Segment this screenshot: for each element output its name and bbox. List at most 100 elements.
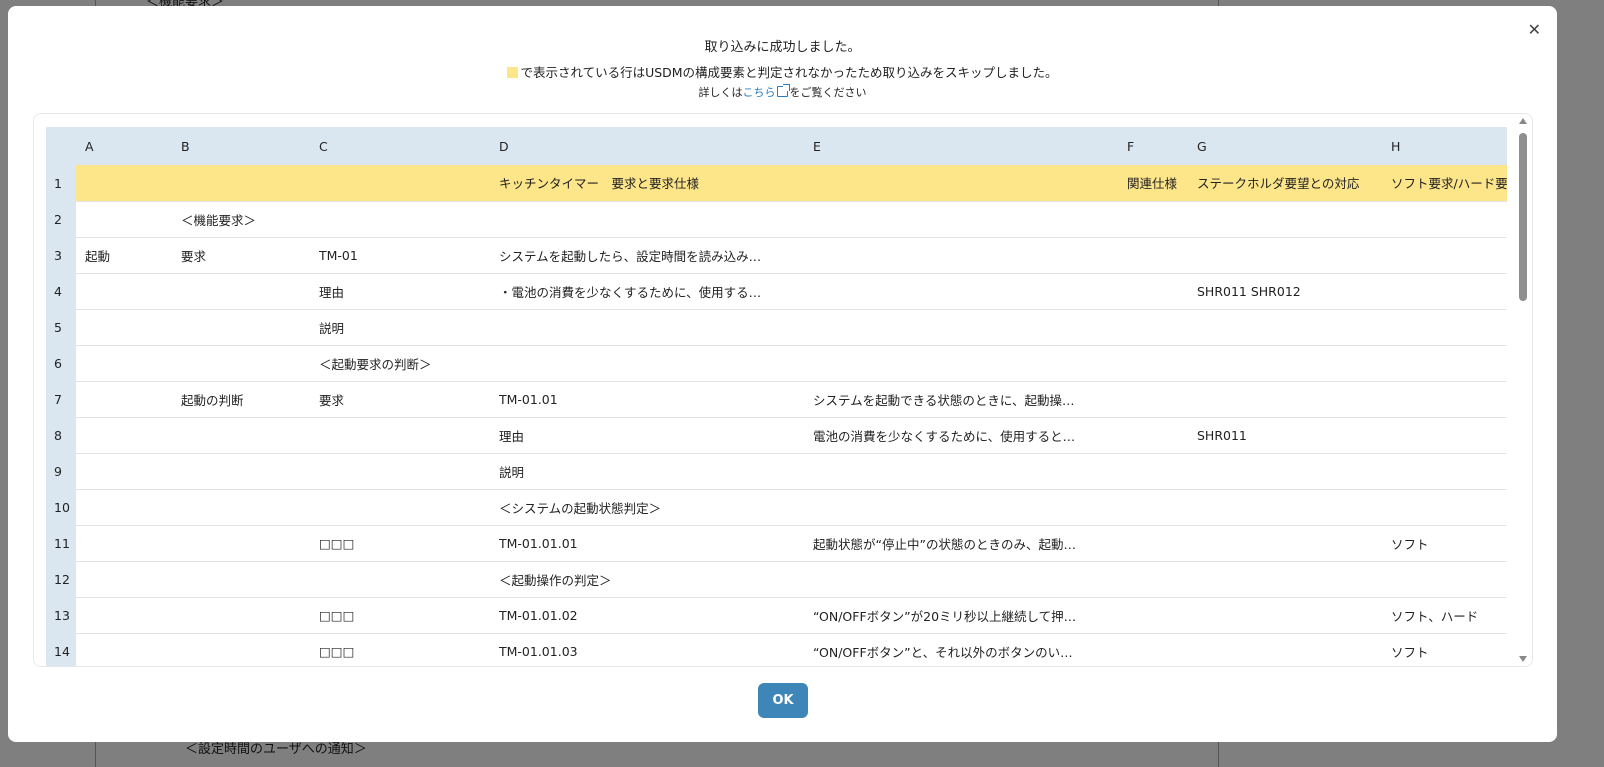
table-cell: ソフト: [1382, 525, 1507, 562]
table-cell: [1188, 381, 1382, 418]
table-cell: [804, 561, 1118, 598]
detail-suffix: をご覧ください: [789, 86, 867, 99]
scroll-down-icon[interactable]: [1519, 656, 1527, 662]
table-cell: ソフト、ハード: [1382, 597, 1507, 634]
table-cell: キッチンタイマー 要求と要求仕様: [490, 165, 804, 202]
table-cell: [310, 417, 490, 454]
table-cell: [490, 309, 804, 346]
table-cell: [490, 345, 804, 382]
column-header-a: A: [76, 127, 172, 165]
detail-message: 詳しくはこちら をご覧ください: [8, 84, 1557, 100]
table-cell: [1382, 201, 1507, 238]
detail-prefix: 詳しくは: [698, 86, 743, 99]
table-cell: [804, 273, 1118, 310]
table-cell: 要求: [310, 381, 490, 418]
table-cell: 理由: [310, 273, 490, 310]
table-row: 6 ＜起動要求の判断＞: [46, 345, 1507, 382]
table-cell: システムを起動したら、設定時間を読み込み…: [490, 237, 804, 274]
skip-color-swatch: [507, 67, 519, 78]
row-number: 11: [46, 525, 76, 561]
table-cell: [1382, 489, 1507, 526]
table-cell: [1118, 561, 1188, 598]
table-cell: [1188, 633, 1382, 666]
table-cell: [1118, 201, 1188, 238]
vertical-scrollbar[interactable]: [1517, 118, 1529, 662]
scroll-up-icon[interactable]: [1519, 118, 1527, 124]
table-cell: [1118, 237, 1188, 274]
table-cell: 理由: [490, 417, 804, 454]
table-cell: [804, 237, 1118, 274]
column-header-e: E: [804, 127, 1118, 165]
table-row: 3 起動 要求 TM-01 システムを起動したら、設定時間を読み込み…: [46, 237, 1507, 274]
table-row: 9 説明: [46, 453, 1507, 490]
detail-link-text[interactable]: こちら: [743, 86, 776, 99]
table-cell: TM-01: [310, 237, 490, 274]
table-cell: [1382, 381, 1507, 418]
table-cell: ＜起動操作の判定＞: [490, 561, 804, 598]
table-cell: [1118, 417, 1188, 454]
table-cell: [1382, 561, 1507, 598]
table-cell: [172, 273, 310, 310]
table-cell: [1118, 309, 1188, 346]
external-link-icon[interactable]: [776, 84, 790, 97]
column-header-d: D: [490, 127, 804, 165]
table-cell: [804, 489, 1118, 526]
table-cell: TM-01.01.01: [490, 525, 804, 562]
table-cell: [1188, 453, 1382, 490]
table-cell: “ON/OFFボタン”と、それ以外のボタンのい…: [804, 633, 1118, 666]
row-number: 12: [46, 561, 76, 597]
preview-table-container: ABCDEFGH 1 キッチンタイマー 要求と要求仕様 関連仕様 ステークホルダ要望と…: [33, 113, 1533, 667]
table-cell: [76, 597, 172, 634]
scrollbar-thumb[interactable]: [1519, 133, 1527, 301]
table-cell: [1188, 561, 1382, 598]
table-cell: [490, 201, 804, 238]
table-cell: ステークホルダ要望との対応: [1188, 165, 1382, 202]
table-cell: [804, 309, 1118, 346]
table-cell: ＜機能要求＞: [172, 201, 310, 238]
preview-table-scroll[interactable]: ABCDEFGH 1 キッチンタイマー 要求と要求仕様 関連仕様 ステークホルダ要望と…: [46, 127, 1507, 666]
table-cell: [172, 597, 310, 634]
table-cell: [1118, 453, 1188, 490]
ok-button[interactable]: OK: [758, 683, 808, 718]
table-cell: ＜システムの起動状態判定＞: [490, 489, 804, 526]
column-header-g: G: [1188, 127, 1382, 165]
table-row: 5 説明: [46, 309, 1507, 346]
skip-message-text: で表示されている行はUSDMの構成要素と判定されなかったため取り込みをスキップし…: [520, 65, 1058, 80]
table-cell: ソフト要求/ハード要求: [1382, 165, 1507, 202]
table-cell: [1118, 633, 1188, 666]
table-cell: [1382, 417, 1507, 454]
table-cell: [1118, 381, 1188, 418]
table-row: 8 理由 電池の消費を少なくするために、使用すると… SHR011: [46, 417, 1507, 454]
row-number: 4: [46, 273, 76, 309]
table-cell: ＜起動要求の判断＞: [310, 345, 490, 382]
detail-link[interactable]: こちら: [743, 84, 790, 99]
table-cell: [1382, 273, 1507, 310]
import-result-dialog: ✕ 取り込みに成功しました。 で表示されている行はUSDMの構成要素と判定されな…: [8, 6, 1557, 742]
table-cell: [1118, 597, 1188, 634]
table-cell: [76, 633, 172, 666]
row-number: 9: [46, 453, 76, 489]
table-cell: [1382, 345, 1507, 382]
table-cell: [76, 525, 172, 562]
table-cell: 起動状態が“停止中”の状態のときのみ、起動…: [804, 525, 1118, 562]
table-cell: □□□: [310, 633, 490, 666]
table-cell: [804, 201, 1118, 238]
table-cell: システムを起動できる状態のときに、起動操…: [804, 381, 1118, 418]
table-cell: [172, 561, 310, 598]
preview-table: ABCDEFGH 1 キッチンタイマー 要求と要求仕様 関連仕様 ステークホルダ要望と…: [46, 127, 1507, 666]
table-cell: [310, 489, 490, 526]
table-cell: [804, 453, 1118, 490]
table-cell: □□□: [310, 525, 490, 562]
table-cell: 説明: [310, 309, 490, 346]
table-cell: [1382, 453, 1507, 490]
column-header-c: C: [310, 127, 490, 165]
table-cell: [1188, 345, 1382, 382]
table-row: 4 理由 ・電池の消費を少なくするために、使用する… SHR011 SHR012: [46, 273, 1507, 310]
table-cell: [310, 561, 490, 598]
table-cell: [804, 165, 1118, 202]
skip-message: で表示されている行はUSDMの構成要素と判定されなかったため取り込みをスキップし…: [8, 62, 1557, 81]
table-cell: [1118, 273, 1188, 310]
table-cell: [172, 345, 310, 382]
table-cell: [76, 489, 172, 526]
table-cell: TM-01.01.02: [490, 597, 804, 634]
